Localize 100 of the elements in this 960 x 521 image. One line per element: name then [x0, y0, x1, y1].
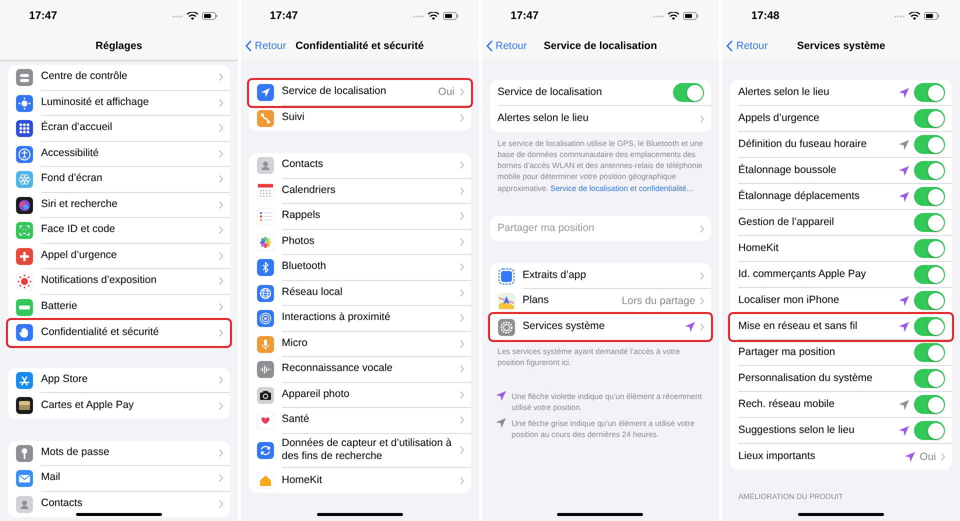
settings-row[interactable]: HomeKit — [248, 468, 470, 494]
chevron-icon — [218, 277, 223, 286]
toggle-switch[interactable] — [914, 187, 945, 206]
settings-row[interactable]: HomeKit — [730, 236, 952, 262]
status-time: 17:47 — [270, 10, 298, 22]
chevron-icon — [218, 226, 223, 234]
settings-row[interactable]: Étalonnage déplacements — [730, 184, 952, 210]
settings-row[interactable]: Étalonnage boussole — [730, 158, 952, 184]
signal-icon — [172, 14, 183, 18]
settings-row[interactable]: Service de localisation — [490, 80, 712, 106]
settings-row[interactable]: Plans Lors du partage — [490, 288, 712, 314]
row-label: Service de localisation — [282, 85, 386, 100]
house-icon — [256, 472, 274, 490]
settings-row[interactable]: Fond d’écran — [8, 167, 230, 192]
settings-row[interactable]: Micro — [248, 332, 470, 357]
toggle-switch[interactable] — [914, 109, 945, 128]
chevron-icon — [218, 124, 223, 132]
settings-row[interactable]: Appareil photo — [248, 382, 470, 408]
settings-row[interactable]: Luminosité et affichage — [8, 90, 230, 116]
toggle-switch[interactable] — [914, 369, 945, 388]
settings-row[interactable]: Photos — [248, 230, 470, 255]
toggle-switch[interactable] — [673, 83, 704, 102]
status-time: 17:47 — [29, 10, 58, 22]
chevron-icon — [218, 175, 223, 184]
settings-row[interactable]: Personnalisation du système — [730, 366, 952, 392]
battery-icon — [924, 12, 940, 20]
settings-row[interactable]: Définition du fuseau horaire — [730, 132, 952, 158]
settings-row[interactable]: Batterie — [8, 294, 230, 320]
status-time: 17:48 — [751, 10, 780, 22]
toggle-switch[interactable] — [914, 317, 945, 336]
settings-row[interactable]: Santé — [248, 408, 470, 434]
toggle-switch[interactable] — [914, 213, 945, 232]
toggle-switch[interactable] — [914, 421, 945, 440]
toggle-switch[interactable] — [914, 161, 945, 180]
settings-row[interactable]: App Store — [8, 368, 230, 393]
settings-row[interactable]: Rech. réseau mobile — [730, 392, 952, 418]
globe-icon — [256, 284, 274, 302]
chevron-icon — [218, 252, 223, 260]
chevron-icon — [700, 114, 704, 123]
settings-row[interactable]: Rappels — [248, 204, 470, 230]
settings-row[interactable]: Écran d’accueil — [8, 116, 230, 142]
chevron-icon — [460, 186, 464, 195]
settings-row[interactable]: Partager ma position — [730, 340, 952, 366]
settings-row[interactable]: Lieux importants Oui — [730, 444, 952, 470]
row-label: HomeKit — [738, 242, 779, 256]
highlighted-row[interactable]: Confidentialité et sécurité — [8, 320, 230, 346]
chevron-icon — [460, 446, 464, 454]
settings-row[interactable]: Mots de passe — [8, 440, 230, 466]
row-label: Santé — [282, 413, 310, 428]
highlighted-row[interactable]: Services système — [490, 314, 712, 340]
settings-row[interactable]: Bluetooth — [248, 255, 470, 280]
settings-row[interactable]: Contacts — [8, 492, 230, 517]
row-label: Siri et recherche — [41, 198, 118, 212]
chevron-icon — [218, 474, 223, 482]
row-label: Partager ma position — [738, 346, 836, 360]
toggle-switch[interactable] — [914, 239, 945, 258]
settings-row[interactable]: Alertes selon le lieu — [490, 106, 712, 132]
settings-row[interactable]: Appels d’urgence — [730, 106, 952, 132]
settings-row[interactable]: Suggestions selon le lieu — [730, 418, 952, 444]
back-button[interactable]: Retour — [726, 40, 768, 52]
row-label: Batterie — [41, 300, 78, 314]
row-label: Gestion de l’appareil — [738, 216, 834, 230]
row-label: Extraits d’app — [522, 268, 586, 283]
settings-row[interactable]: Appel d’urgence — [8, 244, 230, 269]
toggle-switch[interactable] — [914, 135, 945, 154]
settings-row[interactable]: Calendriers — [248, 178, 470, 204]
toggle-switch[interactable] — [914, 265, 945, 284]
settings-row[interactable]: Mail — [8, 466, 230, 492]
row-label: Reconnaissance vocale — [282, 362, 393, 376]
settings-row[interactable]: Accessibilité — [8, 142, 230, 167]
settings-row[interactable]: Reconnaissance vocale — [248, 357, 470, 382]
settings-row[interactable]: Id. commerçants Apple Pay — [730, 262, 952, 288]
settings-row[interactable]: Extraits d’app — [490, 263, 712, 289]
settings-row[interactable]: Contacts — [248, 153, 470, 178]
settings-row[interactable]: Interactions à proximité — [248, 306, 470, 332]
row-label: Cartes et Apple Pay — [41, 398, 134, 413]
settings-row[interactable]: Gestion de l’appareil — [730, 210, 952, 236]
row-label: Étalonnage déplacements — [738, 190, 860, 204]
settings-row[interactable]: Siri et recherche — [8, 192, 230, 218]
settings-row[interactable]: Cartes et Apple Pay — [8, 393, 230, 418]
toggle-switch[interactable] — [914, 83, 945, 102]
highlighted-row[interactable]: Service de localisation Oui — [248, 80, 470, 106]
toggle-switch[interactable] — [914, 291, 945, 310]
settings-row[interactable]: Localiser mon iPhone — [730, 288, 952, 314]
back-button[interactable]: Retour — [486, 40, 528, 52]
row-label: Appel d’urgence — [41, 248, 117, 263]
settings-row[interactable]: Centre de contrôle — [8, 65, 230, 90]
settings-row[interactable]: Réseau local — [248, 280, 470, 306]
settings-row[interactable]: Notifications d’exposition — [8, 269, 230, 294]
waveform-icon — [256, 361, 274, 378]
highlighted-row[interactable]: Mise en réseau et sans fil — [730, 314, 952, 340]
settings-row[interactable]: Face ID et code — [8, 218, 230, 244]
settings-row[interactable]: Données de capteur et d’utilisation à des fins de recherche — [248, 434, 470, 468]
row-value: Oui — [438, 86, 454, 98]
back-button[interactable]: Retour — [244, 40, 286, 52]
toggle-switch[interactable] — [914, 395, 945, 414]
row-label: Suivi — [282, 111, 305, 126]
settings-row[interactable]: Suivi — [248, 106, 470, 131]
toggle-switch[interactable] — [914, 343, 945, 362]
settings-row[interactable]: Alertes selon le lieu — [730, 80, 952, 106]
